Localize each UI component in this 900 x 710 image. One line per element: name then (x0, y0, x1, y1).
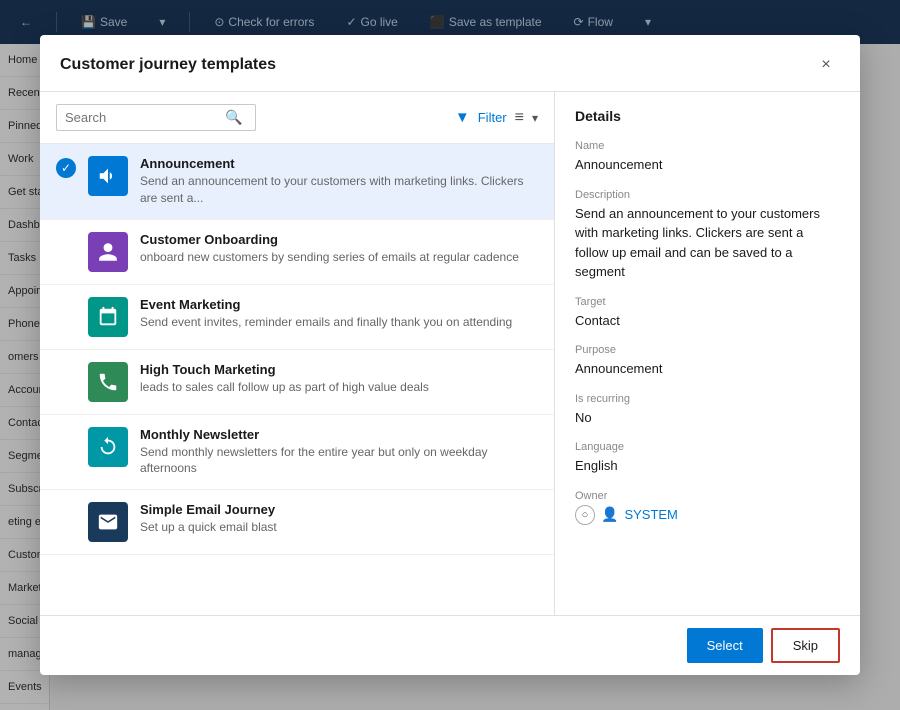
template-item-email[interactable]: Simple Email Journey Set up a quick emai… (40, 490, 554, 555)
recurring-label: Is recurring (575, 393, 840, 405)
details-title: Details (575, 108, 840, 124)
hightouch-info: High Touch Marketing leads to sales call… (140, 362, 538, 396)
target-field: Target Contact (575, 296, 840, 331)
search-bar: 🔍 ▼ Filter ≡ ▾ (40, 92, 554, 144)
filter-icon: ▼ (455, 109, 470, 126)
purpose-label: Purpose (575, 344, 840, 356)
email-name: Simple Email Journey (140, 502, 538, 517)
language-value: English (575, 456, 840, 476)
search-input-wrapper[interactable]: 🔍 (56, 104, 256, 131)
dialog-footer: Select Skip (40, 615, 860, 675)
description-field: Description Send an announcement to your… (575, 189, 840, 282)
purpose-field: Purpose Announcement (575, 344, 840, 379)
recurring-value: No (575, 408, 840, 428)
hightouch-icon (88, 362, 128, 402)
newsletter-info: Monthly Newsletter Send monthly newslett… (140, 427, 538, 478)
right-panel: Details Name Announcement Description Se… (555, 92, 860, 615)
customer-journey-dialog: Customer journey templates × 🔍 ▼ (40, 35, 860, 675)
template-item-announcement[interactable]: ✓ Announcement Send an announcement to y… (40, 144, 554, 220)
event-desc: Send event invites, reminder emails and … (140, 314, 538, 331)
onboarding-desc: onboard new customers by sending series … (140, 249, 538, 266)
target-label: Target (575, 296, 840, 308)
newsletter-desc: Send monthly newsletters for the entire … (140, 444, 538, 478)
email-icon (88, 502, 128, 542)
template-list: ✓ Announcement Send an announcement to y… (40, 144, 554, 615)
announcement-name: Announcement (140, 156, 538, 171)
search-icon: 🔍 (225, 109, 242, 126)
name-value: Announcement (575, 155, 840, 175)
description-label: Description (575, 189, 840, 201)
hightouch-name: High Touch Marketing (140, 362, 538, 377)
skip-button[interactable]: Skip (771, 628, 840, 663)
owner-circle-icon: ○ (575, 505, 595, 525)
filter-chevron-icon: ▾ (532, 111, 538, 125)
email-info: Simple Email Journey Set up a quick emai… (140, 502, 538, 536)
owner-label: Owner (575, 490, 840, 502)
onboarding-name: Customer Onboarding (140, 232, 538, 247)
email-desc: Set up a quick email blast (140, 519, 538, 536)
owner-person-icon: 👤 (601, 506, 618, 523)
announcement-desc: Send an announcement to your customers w… (140, 173, 538, 207)
left-panel: 🔍 ▼ Filter ≡ ▾ ✓ (40, 92, 555, 615)
close-button[interactable]: × (812, 51, 840, 79)
newsletter-icon (88, 427, 128, 467)
onboarding-icon (88, 232, 128, 272)
filter-lines-icon: ≡ (515, 109, 524, 127)
newsletter-name: Monthly Newsletter (140, 427, 538, 442)
dialog-header: Customer journey templates × (40, 35, 860, 92)
description-value: Send an announcement to your customers w… (575, 204, 840, 282)
announcement-info: Announcement Send an announcement to you… (140, 156, 538, 207)
event-info: Event Marketing Send event invites, remi… (140, 297, 538, 331)
event-icon (88, 297, 128, 337)
hightouch-desc: leads to sales call follow up as part of… (140, 379, 538, 396)
target-value: Contact (575, 311, 840, 331)
recurring-field: Is recurring No (575, 393, 840, 428)
search-input[interactable] (65, 110, 225, 125)
template-item-hightouch[interactable]: High Touch Marketing leads to sales call… (40, 350, 554, 415)
announcement-icon (88, 156, 128, 196)
modal-overlay: Customer journey templates × 🔍 ▼ (0, 0, 900, 710)
purpose-value: Announcement (575, 359, 840, 379)
dialog-body: 🔍 ▼ Filter ≡ ▾ ✓ (40, 92, 860, 615)
owner-name[interactable]: SYSTEM (624, 507, 677, 522)
template-item-onboarding[interactable]: Customer Onboarding onboard new customer… (40, 220, 554, 285)
name-field: Name Announcement (575, 140, 840, 175)
selected-check-icon: ✓ (56, 158, 76, 178)
template-item-event[interactable]: Event Marketing Send event invites, remi… (40, 285, 554, 350)
onboarding-info: Customer Onboarding onboard new customer… (140, 232, 538, 266)
dialog-title: Customer journey templates (60, 56, 276, 74)
owner-row: ○ 👤 SYSTEM (575, 505, 840, 525)
name-label: Name (575, 140, 840, 152)
event-name: Event Marketing (140, 297, 538, 312)
language-label: Language (575, 441, 840, 453)
template-item-newsletter[interactable]: Monthly Newsletter Send monthly newslett… (40, 415, 554, 491)
language-field: Language English (575, 441, 840, 476)
filter-button[interactable]: ▼ Filter ≡ ▾ (455, 109, 538, 127)
select-button[interactable]: Select (687, 628, 763, 663)
owner-field: Owner ○ 👤 SYSTEM (575, 490, 840, 525)
